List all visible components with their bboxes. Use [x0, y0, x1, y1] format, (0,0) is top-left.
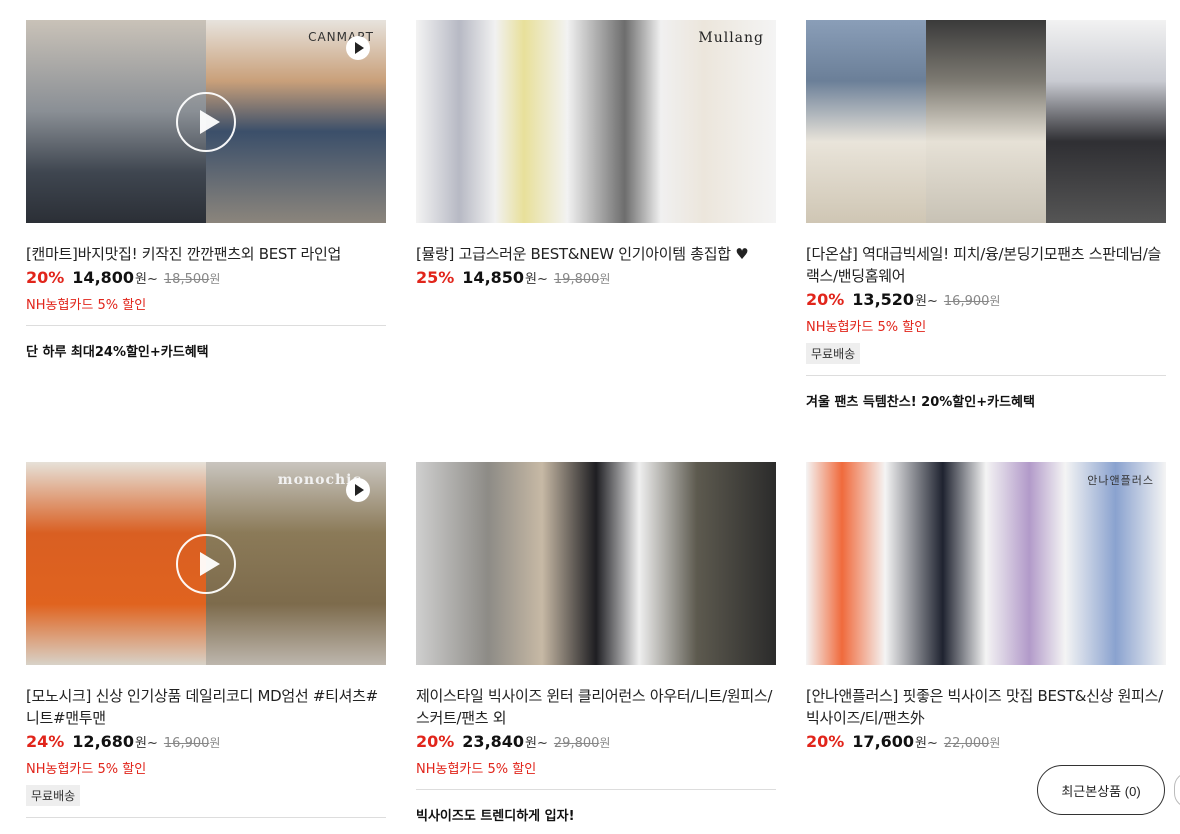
play-icon[interactable]	[346, 36, 370, 60]
pants-photo	[926, 20, 1046, 223]
model-photo	[806, 20, 926, 223]
video-play-icon[interactable]	[176, 92, 236, 152]
brand-watermark: 안나앤플러스	[1087, 474, 1154, 487]
sale-price: 17,600	[852, 732, 915, 751]
price-unit: 원~	[525, 736, 548, 751]
model-photo	[416, 462, 776, 665]
price-row: 20% 23,840 원~ 29,800 원	[416, 732, 776, 751]
card-discount-note: NH농협카드 5% 할인	[26, 298, 147, 313]
promo-text[interactable]: 단 하루 최대24%할인+카드혜택	[26, 341, 386, 360]
price-row: 20% 13,520 원~ 16,900 원	[806, 290, 1166, 309]
discount-rate: 25%	[416, 268, 455, 287]
models-photo	[416, 20, 776, 223]
original-price-unit: 원	[209, 736, 221, 750]
price-unit: 원~	[135, 272, 158, 287]
price-row: 20% 14,800 원~ 18,500 원	[26, 268, 386, 287]
divider	[26, 817, 386, 818]
discount-rate: 20%	[416, 732, 455, 751]
product-title[interactable]: [뮬랑] 고급스러운 BEST&NEW 인기아이템 총집합 ♥	[416, 243, 776, 265]
card-discount-note: NH농협카드 5% 할인	[806, 320, 927, 335]
original-price: 16,900	[943, 294, 990, 309]
product-thumbnail[interactable]: CANMART	[26, 20, 386, 223]
free-shipping-badge: 무료배송	[806, 343, 861, 364]
product-thumbnail[interactable]: Mullang	[416, 20, 776, 223]
brand-watermark: Mullang	[698, 30, 764, 46]
price-unit: 원~	[915, 294, 938, 309]
original-price: 22,000	[943, 736, 990, 751]
original-price-unit: 원	[209, 272, 221, 286]
recently-viewed-button[interactable]: 최근본상품 (0)	[1037, 765, 1165, 815]
original-price: 29,800	[553, 736, 600, 751]
product-title[interactable]: [안나앤플러스] 핏좋은 빅사이즈 맛집 BEST&신상 원피스/빅사이즈/티/…	[806, 685, 1166, 729]
price-unit: 원~	[135, 736, 158, 751]
original-price: 19,800	[553, 272, 600, 287]
sale-price: 12,680	[72, 732, 135, 751]
free-shipping-badge: 무료배송	[26, 785, 81, 806]
original-price-unit: 원	[989, 736, 1001, 750]
product-thumbnail[interactable]	[416, 462, 776, 665]
scroll-top-button[interactable]	[1174, 772, 1180, 808]
product-title[interactable]: 제이스타일 빅사이즈 윈터 클리어런스 아우터/니트/원피스/스커트/팬츠 외	[416, 685, 776, 729]
original-price-unit: 원	[989, 294, 1001, 308]
product-title[interactable]: [다온샵] 역대급빅세일! 피치/융/본딩기모팬츠 스판데님/슬랙스/밴딩홈웨어	[806, 243, 1166, 287]
product-title[interactable]: [모노시크] 신상 인기상품 데일리코디 MD엄선 #티셔츠#니트#맨투맨	[26, 685, 386, 729]
product-card[interactable]: Mullang [뮬랑] 고급스러운 BEST&NEW 인기아이템 총집합 ♥ …	[416, 20, 776, 287]
product-card[interactable]: 안나앤플러스 [안나앤플러스] 핏좋은 빅사이즈 맛집 BEST&신상 원피스/…	[806, 462, 1166, 751]
card-discount-note: NH농협카드 5% 할인	[416, 762, 537, 777]
original-price: 18,500	[163, 272, 210, 287]
sale-price: 23,840	[462, 732, 525, 751]
product-title[interactable]: [캔마트]바지맛집! 키작진 깐깐팬츠외 BEST 라인업	[26, 243, 386, 265]
price-unit: 원~	[915, 736, 938, 751]
product-card[interactable]: 제이스타일 빅사이즈 윈터 클리어런스 아우터/니트/원피스/스커트/팬츠 외 …	[416, 462, 776, 824]
play-icon[interactable]	[346, 478, 370, 502]
discount-rate: 20%	[26, 268, 65, 287]
product-thumbnail[interactable]	[806, 20, 1166, 223]
product-card[interactable]: [다온샵] 역대급빅세일! 피치/융/본딩기모팬츠 스판데님/슬랙스/밴딩홈웨어…	[806, 20, 1166, 410]
sale-price: 14,850	[462, 268, 525, 287]
original-price-unit: 원	[599, 272, 611, 286]
divider	[806, 375, 1166, 376]
product-thumbnail[interactable]: 안나앤플러스	[806, 462, 1166, 665]
product-card[interactable]: CANMART [캔마트]바지맛집! 키작진 깐깐팬츠외 BEST 라인업 20…	[26, 20, 386, 360]
price-row: 20% 17,600 원~ 22,000 원	[806, 732, 1166, 751]
video-play-icon[interactable]	[176, 534, 236, 594]
sale-price: 14,800	[72, 268, 135, 287]
divider	[416, 789, 776, 790]
original-price: 16,900	[163, 736, 210, 751]
product-thumbnail[interactable]: monochic	[26, 462, 386, 665]
discount-rate: 24%	[26, 732, 65, 751]
price-row: 25% 14,850 원~ 19,800 원	[416, 268, 776, 287]
price-row: 24% 12,680 원~ 16,900 원	[26, 732, 386, 751]
original-price-unit: 원	[599, 736, 611, 750]
discount-rate: 20%	[806, 732, 845, 751]
promo-text[interactable]: 빅사이즈도 트렌디하게 입자!	[416, 805, 776, 824]
divider	[26, 325, 386, 326]
card-discount-note: NH농협카드 5% 할인	[26, 762, 147, 777]
sale-price: 13,520	[852, 290, 915, 309]
knit-photo	[806, 462, 1166, 665]
model-photo	[1046, 20, 1166, 223]
discount-rate: 20%	[806, 290, 845, 309]
product-card[interactable]: monochic [모노시크] 신상 인기상품 데일리코디 MD엄선 #티셔츠#…	[26, 462, 386, 818]
price-unit: 원~	[525, 272, 548, 287]
promo-text[interactable]: 겨울 팬츠 득템찬스! 20%할인+카드혜택	[806, 391, 1166, 410]
